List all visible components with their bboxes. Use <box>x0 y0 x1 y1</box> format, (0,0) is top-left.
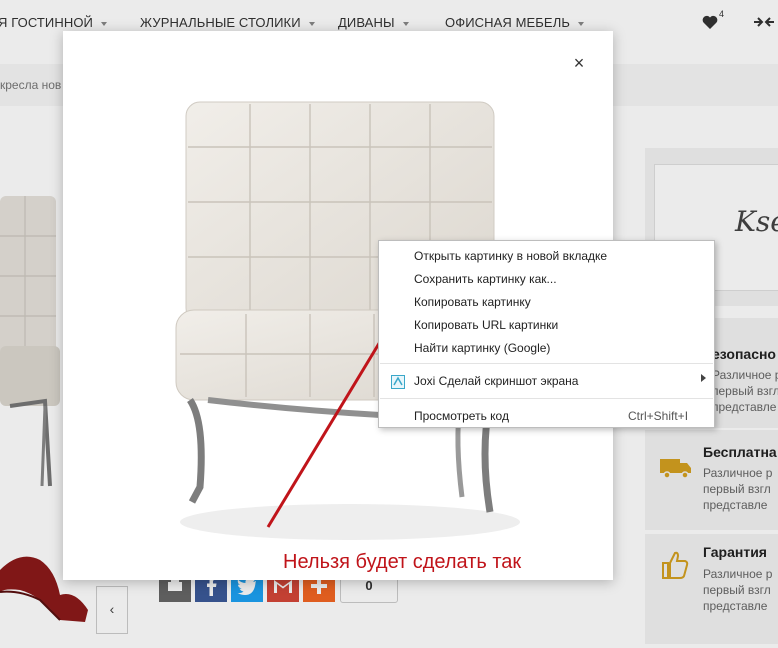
menu-item-copy-image-url[interactable]: Копировать URL картинки <box>414 318 558 332</box>
menu-item-save-image-as[interactable]: Сохранить картинку как... <box>414 272 557 286</box>
menu-item-search-image-google[interactable]: Найти картинку (Google) <box>414 341 550 355</box>
menu-item-joxi[interactable]: Joxi Сделай скриншот экрана <box>414 374 578 388</box>
menu-item-copy-image[interactable]: Копировать картинку <box>414 295 531 309</box>
menu-item-open-image-new-tab[interactable]: Открыть картинку в новой вкладке <box>414 249 607 263</box>
menu-separator <box>380 398 713 399</box>
submenu-arrow-icon <box>701 374 706 382</box>
annotation-text: Нельзя будет сделать так <box>283 551 522 573</box>
joxi-icon <box>391 375 405 389</box>
context-menu: Открыть картинку в новой вкладке Сохрани… <box>378 240 715 428</box>
menu-item-inspect[interactable]: Просмотреть код <box>414 409 509 423</box>
menu-shortcut: Ctrl+Shift+I <box>628 409 689 423</box>
menu-separator <box>380 363 713 364</box>
